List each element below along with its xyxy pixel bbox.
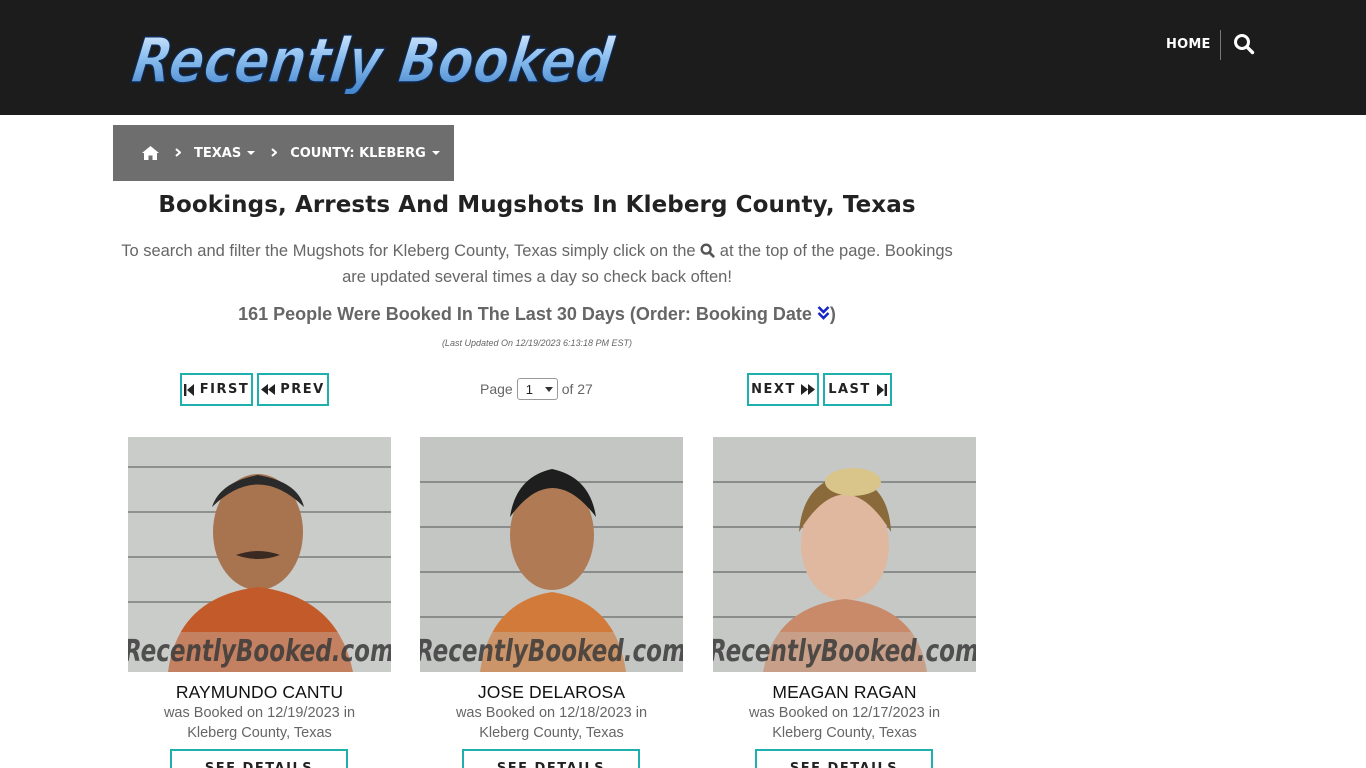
home-icon[interactable] xyxy=(142,146,159,160)
booking-card: RecentlyBooked.com MEAGAN RAGAN was Book… xyxy=(713,437,976,743)
first-page-label: FIRST xyxy=(199,382,250,397)
page-select[interactable]: 1 xyxy=(516,378,558,400)
booking-count-close: ) xyxy=(829,304,836,324)
fast-forward-icon xyxy=(800,384,815,395)
intro-text-before: To search and filter the Mugshots for Kl… xyxy=(121,242,696,260)
first-page-button[interactable]: FIRST xyxy=(180,373,253,406)
watermark-text: RecentlyBooked.com xyxy=(128,634,391,669)
booking-location-text: Kleberg County, Texas xyxy=(479,725,624,741)
last-page-label: LAST xyxy=(828,382,871,397)
watermark-text: RecentlyBooked.com xyxy=(420,634,683,669)
booking-count: 161 People Were Booked In The Last 30 Da… xyxy=(113,304,961,325)
watermark-text: RecentlyBooked.com xyxy=(713,634,976,669)
mugshot-image[interactable]: RecentlyBooked.com xyxy=(420,437,683,672)
breadcrumb-state-label: TEXAS xyxy=(194,145,242,161)
booking-location-text: Kleberg County, Texas xyxy=(187,725,332,741)
breadcrumb-county-label: COUNTY: KLEBERG xyxy=(290,145,426,161)
next-page-button[interactable]: NEXT xyxy=(747,373,819,406)
booking-count-text: 161 People Were Booked In The Last 30 Da… xyxy=(238,304,812,324)
last-page-button[interactable]: LAST xyxy=(823,373,892,406)
sort-descending-icon[interactable] xyxy=(817,305,830,321)
booking-card: RecentlyBooked.com JOSE DELAROSA was Boo… xyxy=(420,437,683,743)
booking-date-text: was Booked on 12/18/2023 in xyxy=(455,705,648,721)
see-details-button[interactable]: SEE DETAILS xyxy=(755,749,933,768)
prev-page-button[interactable]: PREV xyxy=(257,373,329,406)
search-icon[interactable] xyxy=(1233,33,1257,57)
see-details-button[interactable]: SEE DETAILS xyxy=(462,749,640,768)
caret-down-icon xyxy=(247,151,256,155)
skip-last-icon xyxy=(876,383,887,396)
caret-down-icon xyxy=(431,151,440,155)
last-updated: (Last Updated On 12/19/2023 6:13:18 PM E… xyxy=(441,338,633,348)
booking-card: RecentlyBooked.com RAYMUNDO CANTU was Bo… xyxy=(128,437,391,743)
nav-divider xyxy=(1220,30,1221,60)
chevron-right-icon xyxy=(271,147,278,160)
mugshot-image[interactable]: RecentlyBooked.com xyxy=(128,437,391,672)
intro-text: To search and filter the Mugshots for Kl… xyxy=(113,238,961,290)
page-label: Page xyxy=(480,381,513,397)
mugshot-image[interactable]: RecentlyBooked.com xyxy=(713,437,976,672)
breadcrumb: TEXAS COUNTY: KLEBERG xyxy=(113,125,454,181)
inmate-name[interactable]: RAYMUNDO CANTU xyxy=(128,682,391,703)
chevron-down-icon xyxy=(544,386,553,392)
nav-home-link[interactable]: HOME xyxy=(1166,37,1211,52)
see-details-button[interactable]: SEE DETAILS xyxy=(170,749,348,768)
inmate-name[interactable]: JOSE DELAROSA xyxy=(420,682,683,703)
chevron-right-icon xyxy=(175,147,182,160)
rewind-icon xyxy=(261,384,276,395)
site-logo[interactable]: Recently Booked xyxy=(127,18,627,94)
inmate-name[interactable]: MEAGAN RAGAN xyxy=(713,682,976,703)
skip-first-icon xyxy=(183,383,194,396)
booking-date-text: was Booked on 12/17/2023 in xyxy=(748,705,941,721)
prev-page-label: PREV xyxy=(280,382,325,397)
logo-text: Recently Booked xyxy=(128,24,619,94)
page-selector: Page 1 of 27 xyxy=(480,378,593,400)
breadcrumb-county-dropdown[interactable]: COUNTY: KLEBERG xyxy=(290,146,440,161)
booking-date-text: was Booked on 12/19/2023 in xyxy=(163,705,356,721)
page-title: Bookings, Arrests And Mugshots In Kleber… xyxy=(158,192,916,218)
booking-location-text: Kleberg County, Texas xyxy=(772,725,917,741)
next-page-label: NEXT xyxy=(751,382,796,397)
site-header: Recently Booked HOME xyxy=(0,0,1366,115)
page-total-label: of 27 xyxy=(561,381,593,397)
search-icon xyxy=(700,240,715,258)
page-select-value: 1 xyxy=(525,381,533,397)
breadcrumb-state-dropdown[interactable]: TEXAS xyxy=(194,145,256,161)
